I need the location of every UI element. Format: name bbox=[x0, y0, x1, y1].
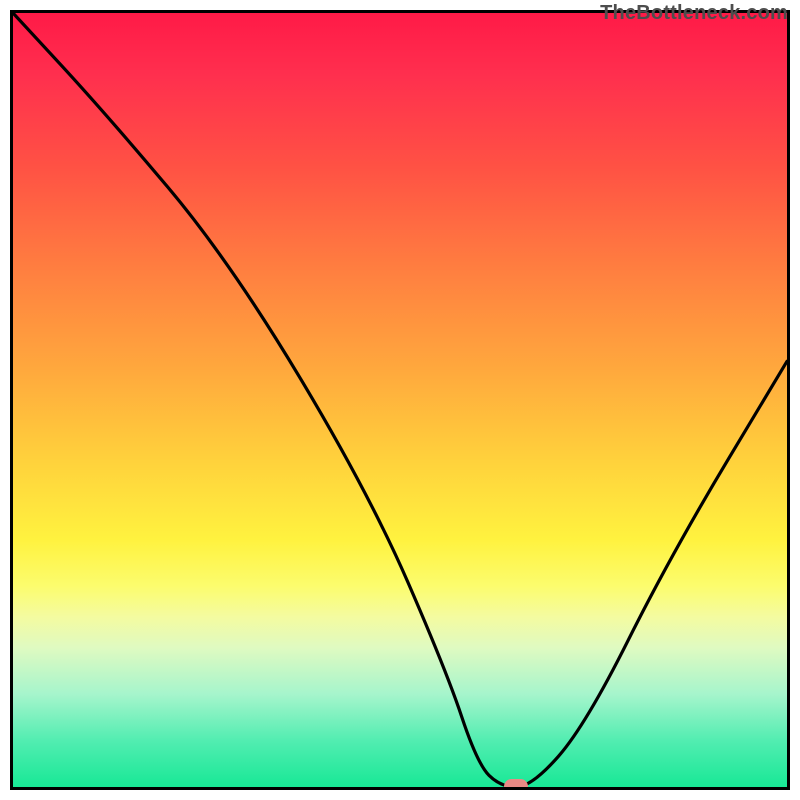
bottleneck-curve-path bbox=[13, 13, 787, 787]
watermark-text: TheBottleneck.com bbox=[600, 2, 788, 25]
chart-area bbox=[10, 10, 790, 790]
optimal-marker bbox=[504, 779, 528, 790]
bottleneck-curve-svg bbox=[13, 13, 787, 787]
